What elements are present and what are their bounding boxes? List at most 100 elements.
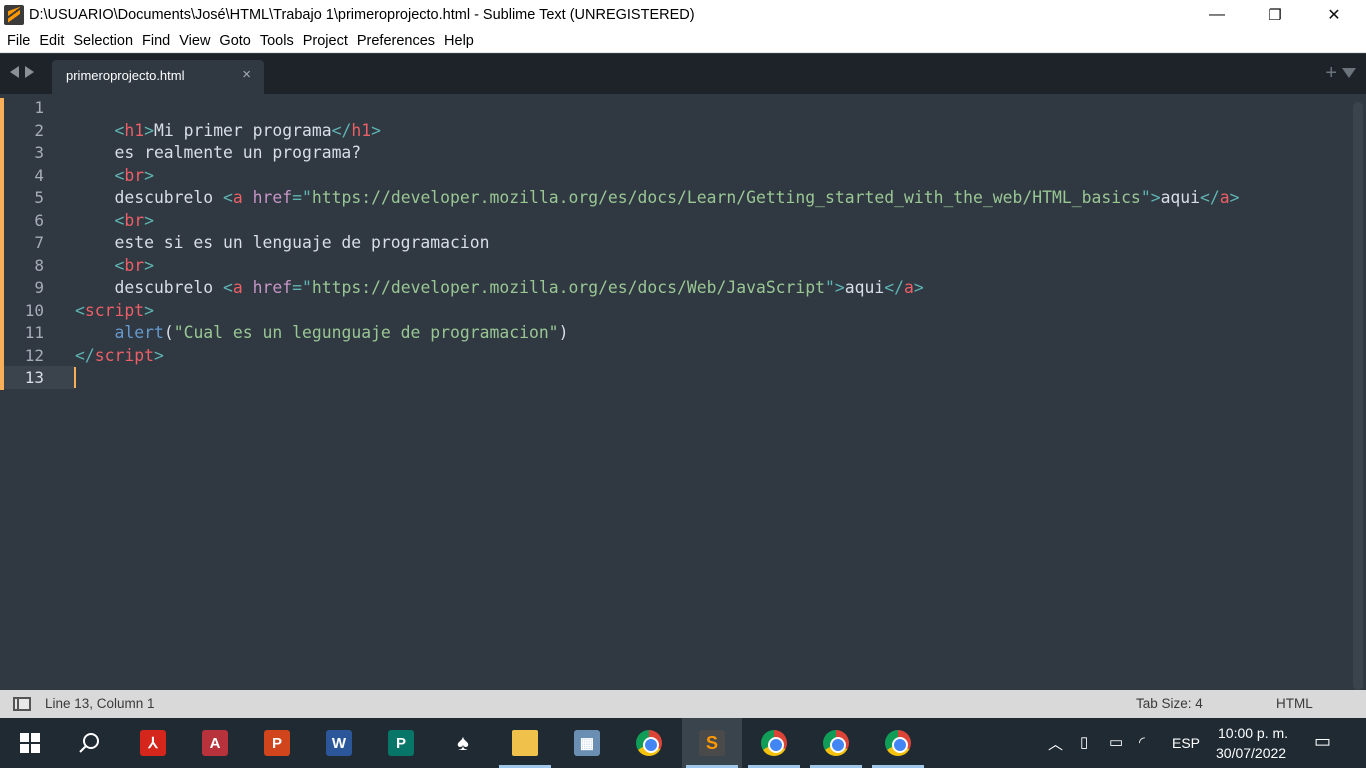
code-token: =: [292, 278, 303, 297]
menu-bar: File Edit Selection Find View Goto Tools…: [0, 30, 1366, 53]
menu-find[interactable]: Find: [138, 30, 175, 53]
code-token: br: [124, 255, 145, 275]
text-cursor: [74, 367, 76, 388]
code-token: >: [1229, 188, 1240, 207]
menu-selection[interactable]: Selection: [69, 30, 138, 53]
code-token: </: [1200, 188, 1220, 207]
code-line[interactable]: este si es un lenguaje de programacion: [75, 232, 1346, 255]
menu-help[interactable]: Help: [440, 30, 479, 53]
menu-goto[interactable]: Goto: [215, 30, 255, 53]
taskbar-calculator[interactable]: ▦: [557, 718, 617, 768]
search-icon: [79, 733, 99, 753]
taskbar-acrobat[interactable]: ⅄: [123, 718, 183, 768]
close-tab-icon[interactable]: ×: [242, 66, 251, 83]
tab-size-selector[interactable]: Tab Size: 4: [1136, 696, 1203, 711]
code-token: ": [1140, 188, 1151, 207]
code-token: h1: [124, 120, 145, 140]
code-line[interactable]: descubrelo <a href="https://developer.mo…: [75, 277, 1346, 300]
code-line[interactable]: </script>: [75, 345, 1346, 368]
code-token: Mi primer programa: [153, 120, 332, 140]
clock-time[interactable]: 10:00 p. m.: [1218, 725, 1288, 741]
line-number: 11: [24, 323, 44, 342]
tab-list-dropdown-icon[interactable]: [1342, 68, 1356, 78]
tab-primeroprojecto[interactable]: primeroprojecto.html ×: [52, 60, 264, 94]
close-window-button[interactable]: ✕: [1305, 0, 1363, 30]
code-token: https://developer.mozilla.org/es/docs/Le…: [311, 188, 1141, 207]
code-token: >: [1150, 188, 1161, 207]
publisher-icon: P: [388, 730, 414, 756]
code-line[interactable]: <br>: [75, 165, 1346, 188]
menu-file[interactable]: File: [3, 30, 35, 53]
line-number: 6: [34, 210, 44, 230]
syntax-selector[interactable]: HTML: [1276, 696, 1313, 711]
maximize-button[interactable]: ❐: [1246, 0, 1304, 30]
menu-edit[interactable]: Edit: [35, 30, 69, 53]
word-icon: W: [326, 730, 352, 756]
taskbar-chrome-profile-2[interactable]: [806, 718, 866, 768]
wifi-icon[interactable]: ◜: [1139, 733, 1145, 751]
taskbar-access[interactable]: A: [185, 718, 245, 768]
code-line[interactable]: <br>: [75, 210, 1346, 233]
code-area[interactable]: <h1>Mi primer programa</h1> es realmente…: [75, 97, 1346, 390]
search-button[interactable]: [60, 718, 120, 768]
chrome-icon: [823, 730, 849, 756]
battery-icon[interactable]: ▭: [1109, 733, 1123, 751]
menu-project[interactable]: Project: [299, 30, 353, 53]
menu-preferences[interactable]: Preferences: [353, 30, 440, 53]
code-token: aqui: [1160, 188, 1201, 207]
calculator-icon: ▦: [574, 730, 600, 756]
code-token: </: [331, 120, 352, 140]
code-token: >: [153, 345, 164, 365]
input-language[interactable]: ESP: [1172, 735, 1200, 751]
new-tab-icon[interactable]: +: [1325, 63, 1337, 83]
code-token: ): [558, 323, 569, 342]
taskbar-sublime-text[interactable]: S: [682, 718, 742, 768]
line-number: 2: [34, 120, 44, 140]
code-editor[interactable]: 1 2 3 4 5 6 7 8 9 10 11 12 13 <h1>Mi pri…: [0, 94, 1366, 690]
code-token: >: [144, 120, 154, 140]
code-line[interactable]: es realmente un programa?: [75, 142, 1346, 165]
notifications-icon[interactable]: ▭: [1314, 731, 1331, 752]
taskbar-file-explorer[interactable]: [495, 718, 555, 768]
code-line[interactable]: [75, 367, 1346, 390]
taskbar-chrome[interactable]: [619, 718, 679, 768]
taskbar-solitaire[interactable]: ♠: [433, 718, 493, 768]
arrow-left-icon[interactable]: [10, 66, 19, 78]
line-number: 4: [34, 165, 44, 185]
arrow-right-icon[interactable]: [25, 66, 34, 78]
code-token: <: [75, 300, 85, 320]
sublime-text-icon: [4, 5, 24, 25]
menu-view[interactable]: View: [175, 30, 215, 53]
panel-toggle-icon[interactable]: [13, 697, 31, 711]
taskbar-chrome-profile-1[interactable]: [744, 718, 804, 768]
start-button[interactable]: [0, 718, 60, 768]
acrobat-icon: ⅄: [140, 730, 166, 756]
code-line[interactable]: <script>: [75, 300, 1346, 323]
taskbar-word[interactable]: W: [309, 718, 369, 768]
line-number: 7: [34, 233, 44, 252]
line-number: 12: [24, 345, 44, 365]
device-icon[interactable]: ▯: [1080, 733, 1088, 751]
vertical-scrollbar[interactable]: [1353, 102, 1363, 690]
code-token: href: [252, 188, 293, 207]
code-token: a: [1219, 188, 1230, 207]
clock-date[interactable]: 30/07/2022: [1216, 745, 1286, 761]
taskbar-powerpoint[interactable]: P: [247, 718, 307, 768]
minimize-button[interactable]: —: [1188, 0, 1246, 30]
code-line[interactable]: <h1>Mi primer programa</h1>: [75, 120, 1346, 143]
code-line[interactable]: [75, 97, 1346, 120]
code-line[interactable]: alert("Cual es un legunguaje de programa…: [75, 322, 1346, 345]
menu-tools[interactable]: Tools: [256, 30, 299, 53]
chevron-up-icon[interactable]: ︿: [1048, 733, 1063, 754]
line-number: 3: [34, 143, 44, 162]
code-token: br: [124, 165, 145, 185]
code-line[interactable]: <br>: [75, 255, 1346, 278]
taskbar-chrome-profile-3[interactable]: [868, 718, 928, 768]
chrome-icon: [636, 730, 662, 756]
code-token: este si es un lenguaje de programacion: [75, 233, 490, 252]
code-line[interactable]: descubrelo <a href="https://developer.mo…: [75, 187, 1346, 210]
taskbar-publisher[interactable]: P: [371, 718, 431, 768]
